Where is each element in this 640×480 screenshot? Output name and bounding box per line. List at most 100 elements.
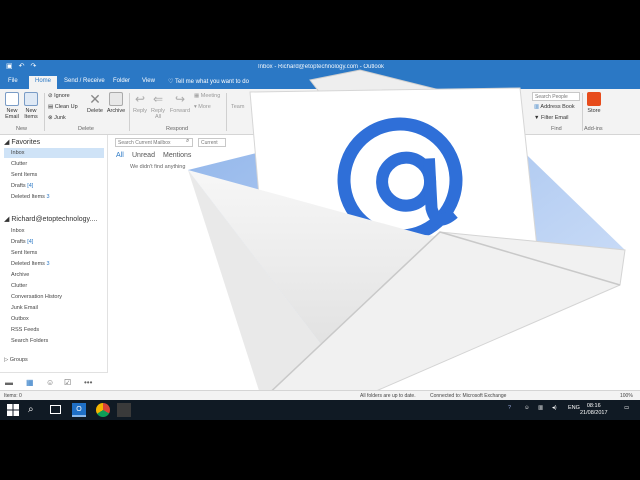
letterbox-top [0,0,640,60]
reply-icon: ↩ [134,92,146,106]
outlook-window: ▣ ↶ ↷ Inbox - Richard@etoptechnology.com… [0,60,640,420]
folder-label: Drafts [11,183,26,189]
save-icon[interactable]: ▣ [6,63,13,71]
new-items-icon [24,92,38,106]
notifications-icon[interactable]: ▭ [624,405,629,411]
outlook-taskbar-icon[interactable]: O [72,403,86,417]
status-bar: Items: 0 All folders are up to date. Con… [0,390,640,400]
sync-status: All folders are up to date. [360,393,416,399]
archive-icon [109,92,123,106]
zoom-level: 100% [620,393,633,399]
reply-all-icon: ⇐ [152,92,164,106]
new-email-button[interactable]: New Email [3,92,21,120]
account-inbox[interactable]: Inbox [11,228,24,234]
envelope-icon [5,92,19,106]
volume-tray-icon[interactable]: ◂) [552,405,557,411]
app-taskbar-icon[interactable] [117,403,131,417]
help-tray-icon[interactable]: ? [508,405,511,411]
more-options-icon[interactable]: ••• [84,378,92,387]
group-delete-label: Delete [78,126,94,132]
tab-home[interactable]: Home [29,76,58,89]
calendar-icon[interactable]: ▦ [26,378,34,387]
clock[interactable]: 08:16 21/08/2017 [580,403,608,417]
folder-label: Deleted Items [11,194,45,200]
new-items-button[interactable]: New Items [22,92,40,120]
account-conversation-history[interactable]: Conversation History [11,294,62,300]
folder-label: Inbox [11,228,25,234]
network-tray-icon[interactable]: ▥ [538,405,543,411]
account-sent-items[interactable]: Sent Items [11,250,37,256]
filter-unread[interactable]: Unread [132,152,155,159]
ignore-button[interactable]: ⊘ Ignore [48,93,70,99]
archive-button[interactable]: Archive [106,92,126,114]
folder-pane: ◢ Favorites Inbox Clutter Sent Items Dra… [0,135,108,420]
windows-taskbar: ⌕ O ? ☺ ▥ ◂) ENG 08:16 21/08/2017 ▭ [0,400,640,420]
account-archive[interactable]: Archive [11,272,29,278]
junk-button[interactable]: ⊗ Junk [48,115,66,121]
folder-label: Deleted Items [11,261,45,267]
delete-button[interactable]: ✕ Delete [86,92,104,114]
folder-count: [4] [27,239,34,245]
favorites-header[interactable]: ◢ Favorites [4,138,40,146]
account-clutter[interactable]: Clutter [11,283,27,289]
quick-access-toolbar: ▣ ↶ ↷ [6,63,36,71]
favorite-drafts[interactable]: Drafts [4] [11,183,33,189]
module-nav-bar: ▬ ▦ ☺ ☑ ••• [0,372,108,390]
account-junk-email[interactable]: Junk Email [11,305,38,311]
folder-label: Clutter [11,161,28,167]
folder-label: Archive [11,272,30,278]
email-envelope-graphic [188,69,626,401]
favorite-inbox[interactable]: Inbox [4,148,104,158]
folder-count: 3 [46,261,50,267]
ribbon-separator [44,93,45,131]
reply-button[interactable]: ↩ Reply [132,92,148,114]
account-header[interactable]: ◢ Richard@etoptechnology.... [4,215,97,223]
clean-up-label: Clean Up [54,104,78,110]
task-view-icon[interactable] [50,405,61,414]
tab-view[interactable]: View [142,78,155,84]
ignore-label: Ignore [54,93,70,99]
favorite-clutter[interactable]: Clutter [11,161,27,167]
chrome-taskbar-icon[interactable] [96,403,110,417]
groups-header[interactable]: ▷ Groups [4,357,28,363]
account-deleted-items[interactable]: Deleted Items 3 [11,261,50,267]
favorite-sent-items[interactable]: Sent Items [11,172,37,178]
folder-label: Conversation History [11,294,63,300]
clock-date: 21/08/2017 [580,410,608,416]
delete-icon: ✕ [89,91,101,107]
folder-label: Sent Items [11,172,38,178]
clock-time: 08:16 [586,403,601,409]
people-tray-icon[interactable]: ☺ [524,405,530,411]
undo-icon[interactable]: ↶ [19,63,25,71]
tasks-icon[interactable]: ☑ [64,378,71,387]
redo-icon[interactable]: ↷ [31,63,37,71]
account-search-folders[interactable]: Search Folders [11,338,48,344]
people-icon[interactable]: ☺ [46,378,54,387]
reply-all-label: Reply All [150,108,166,120]
clean-up-button[interactable]: ▤ Clean Up [48,104,78,110]
language-indicator[interactable]: ENG [568,405,580,411]
filter-all[interactable]: All [116,152,124,159]
account-outbox[interactable]: Outbox [11,316,29,322]
favorite-deleted-items[interactable]: Deleted Items 3 [11,194,50,200]
groups-label: Groups [9,357,28,363]
account-rss-feeds[interactable]: RSS Feeds [11,327,39,333]
folder-label: Inbox [11,150,25,156]
folder-label: Clutter [11,283,28,289]
item-count: Items: 0 [4,393,22,399]
favorites-label: Favorites [11,139,41,146]
folder-label: Drafts [11,239,26,245]
mail-icon[interactable]: ▬ [5,378,13,387]
folder-label: RSS Feeds [11,327,40,333]
folder-label: Sent Items [11,250,38,256]
new-items-label: New Items [24,108,38,120]
tab-folder[interactable]: Folder [113,78,130,84]
windows-start-icon[interactable] [6,403,20,417]
account-drafts[interactable]: Drafts [4] [11,239,33,245]
tab-send-receive[interactable]: Send / Receive [64,78,105,84]
archive-label: Archive [106,108,126,114]
search-icon[interactable]: ⌕ [28,403,42,417]
tab-file[interactable]: File [8,78,18,84]
new-email-label: New Email [5,108,19,120]
reply-all-button[interactable]: ⇐ Reply All [150,92,166,120]
